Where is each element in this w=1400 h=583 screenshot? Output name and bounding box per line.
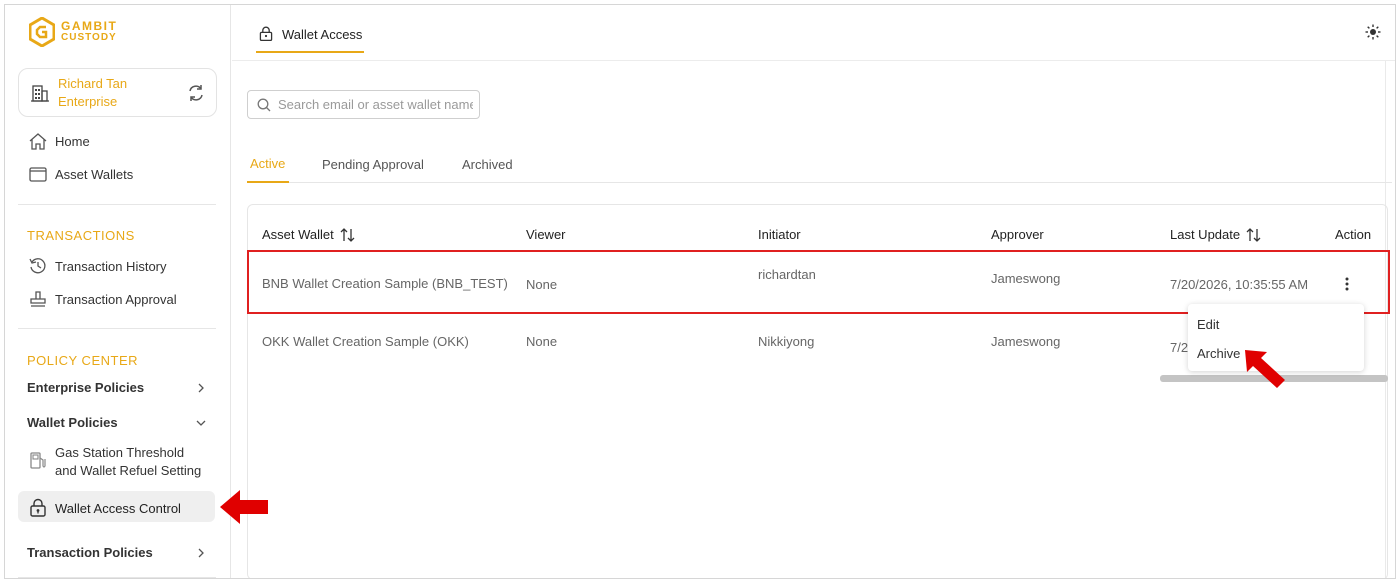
stamp-icon: [27, 289, 49, 309]
column-header-approver: Approver: [991, 227, 1044, 242]
wallet-access-table: Asset Wallet Viewer Initiator Approver L…: [247, 204, 1390, 578]
sort-icon[interactable]: [1246, 227, 1262, 242]
brand-line2: CUSTODY: [61, 32, 117, 43]
chevron-down-icon: [196, 420, 206, 426]
column-header-label: Last Update: [1170, 227, 1241, 242]
annotation-arrow-left-icon: [220, 490, 268, 524]
tab-wallet-access[interactable]: Wallet Access: [256, 17, 365, 53]
cell-asset-wallet: OKK Wallet Creation Sample (OKK): [262, 334, 469, 349]
building-icon: [31, 84, 49, 102]
app-window: GAMBIT CUSTODY Richard Tan Enterprise Ho…: [4, 4, 1396, 579]
column-header-asset-wallet[interactable]: Asset Wallet: [262, 227, 356, 242]
sidebar-item-label: Wallet Access Control: [55, 500, 181, 516]
column-header-action: Action: [1335, 227, 1372, 242]
sidebar-item-label: Gas Station Threshold and Wallet Refuel …: [55, 445, 202, 478]
sidebar-item-label: Home: [55, 133, 90, 149]
annotation-arrow-upleft-icon: [1245, 350, 1285, 388]
menu-item-edit[interactable]: Edit: [1197, 317, 1219, 332]
column-header-last-update[interactable]: Last Update: [1170, 227, 1262, 242]
cell-initiator: Nikkiyong: [758, 334, 815, 349]
search-icon: [257, 98, 271, 111]
sidebar-group-enterprise-policies[interactable]: Enterprise Policies: [27, 380, 207, 395]
switch-enterprise-icon[interactable]: [186, 83, 206, 108]
status-tabs: Active Pending Approval Archived: [247, 145, 1392, 183]
sidebar-group-transaction-policies[interactable]: Transaction Policies: [27, 545, 207, 560]
sidebar-item-transaction-history[interactable]: Transaction History: [27, 256, 167, 276]
tab-label: Wallet Access: [282, 26, 363, 42]
enterprise-switcher[interactable]: Richard Tan Enterprise: [18, 68, 217, 117]
sidebar-group-wallet-policies[interactable]: Wallet Policies: [27, 415, 207, 430]
brand-logo[interactable]: GAMBIT CUSTODY: [29, 17, 117, 47]
sidebar-divider: [18, 204, 216, 205]
cell-viewer: None: [526, 334, 558, 349]
home-icon: [27, 131, 49, 151]
sort-icon[interactable]: [340, 227, 356, 242]
chevron-right-icon: [198, 383, 204, 392]
main-content: Wallet Access Active: [232, 5, 1395, 578]
sidebar-item-wallet-access-control[interactable]: Wallet Access Control: [27, 498, 181, 518]
sidebar-group-label: Transaction Policies: [27, 545, 153, 560]
cell-last-update: 7/2: [1170, 340, 1189, 355]
tab-active[interactable]: Active: [247, 145, 289, 183]
column-header-initiator: Initiator: [758, 227, 801, 242]
sidebar-item-gas-station[interactable]: Gas Station Threshold and Wallet Refuel …: [27, 444, 205, 480]
sidebar-divider: [18, 577, 216, 578]
tab-label: Active: [250, 155, 286, 171]
sidebar: GAMBIT CUSTODY Richard Tan Enterprise Ho…: [5, 5, 231, 578]
sidebar-item-asset-wallets[interactable]: Asset Wallets: [27, 164, 133, 184]
top-bar: Wallet Access: [232, 5, 1395, 61]
wallet-icon: [27, 164, 49, 184]
gambit-logo-icon: [29, 17, 55, 47]
sidebar-group-label: Enterprise Policies: [27, 380, 145, 395]
search-input[interactable]: [278, 97, 473, 112]
enterprise-name: Richard Tan Enterprise: [58, 75, 128, 109]
menu-item-archive[interactable]: Archive: [1197, 346, 1240, 361]
fuel-pump-icon: [27, 450, 49, 470]
tab-archived[interactable]: Archived: [462, 145, 513, 183]
sidebar-group-label: Wallet Policies: [27, 415, 118, 430]
tab-pending-approval[interactable]: Pending Approval: [322, 145, 424, 183]
section-title-transactions: TRANSACTIONS: [27, 228, 135, 243]
theme-toggle-sun-icon[interactable]: [1365, 24, 1381, 45]
chevron-right-icon: [198, 548, 204, 557]
sidebar-item-home[interactable]: Home: [27, 131, 90, 151]
history-icon: [27, 256, 49, 276]
sidebar-item-label: Transaction Approval: [55, 291, 177, 307]
sidebar-divider: [18, 328, 216, 329]
column-header-viewer: Viewer: [526, 227, 566, 242]
column-header-label: Asset Wallet: [262, 227, 334, 242]
sidebar-item-transaction-approval[interactable]: Transaction Approval: [27, 289, 177, 309]
search-box[interactable]: [247, 90, 480, 119]
brand-name: GAMBIT CUSTODY: [61, 19, 118, 43]
cell-approver: Jameswong: [991, 334, 1061, 349]
section-title-policy-center: POLICY CENTER: [27, 353, 139, 368]
brand-line1: GAMBIT: [61, 19, 118, 33]
sidebar-item-label: Asset Wallets: [55, 166, 134, 182]
lock-icon: [258, 26, 274, 42]
sidebar-item-label: Transaction History: [55, 258, 167, 274]
lock-icon: [27, 498, 49, 518]
